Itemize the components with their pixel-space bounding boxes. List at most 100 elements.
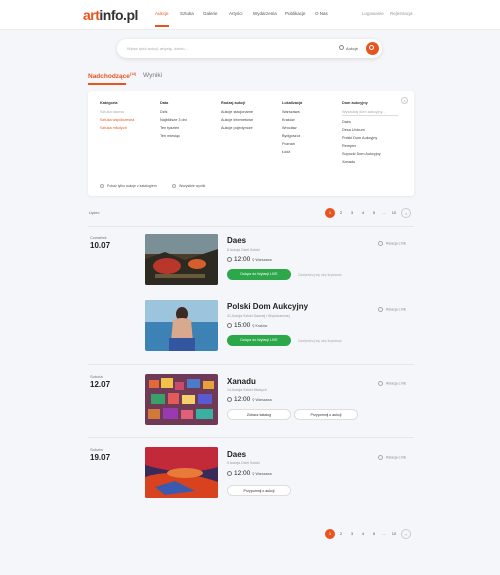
page-10[interactable]: 10 (389, 529, 399, 539)
clock-icon (227, 470, 232, 476)
live-relation-toggle[interactable]: Relacja LIVE (378, 381, 406, 386)
page-2[interactable]: 2 (336, 208, 346, 218)
page-1[interactable]: 1 (325, 208, 335, 218)
filter-option[interactable]: Poznań (282, 142, 302, 150)
live-relation-toggle[interactable]: Relacja LIVE (378, 241, 406, 246)
page-4[interactable]: 4 (358, 529, 368, 539)
clock-icon (227, 322, 232, 328)
close-filters-icon[interactable]: × (401, 97, 408, 104)
page-3[interactable]: 3 (347, 208, 357, 218)
page-10[interactable]: 10 (389, 208, 399, 218)
auction-location: ⚲ Kraków (252, 324, 268, 328)
auction-time: 12:00 (227, 470, 250, 477)
nav-wydarzenia[interactable]: Wydarzenia (253, 11, 277, 16)
all-results-checkbox[interactable]: Wszystkie wyniki (172, 184, 205, 189)
auction-thumbnail[interactable] (145, 447, 218, 498)
next-page-button[interactable]: › (401, 529, 411, 539)
logo[interactable]: artinfo.pl (83, 7, 138, 23)
auction-location: ⚲ Warszawa (252, 472, 272, 476)
nav-aukcje[interactable]: Aukcje (155, 11, 169, 16)
filter-option[interactable]: Ten tydzień (160, 126, 187, 134)
live-relation-toggle[interactable]: Relacja LIVE (378, 307, 406, 312)
nav-o-nas[interactable]: O Nas (315, 11, 328, 16)
filter-option[interactable]: Xanadu (342, 160, 398, 168)
search-category-select[interactable]: Aukcje (346, 46, 358, 51)
filter-option[interactable]: Polski Dom Aukcyjny (342, 136, 398, 144)
filters-panel: × Kategoria Sztuka dawna Sztuka współcze… (88, 91, 414, 196)
auction-title[interactable]: Polski Dom Aukcyjny (227, 302, 308, 311)
page-3[interactable]: 3 (347, 529, 357, 539)
live-icon (378, 241, 383, 246)
join-live-button[interactable]: Dołącz do licytacji LIVE (227, 269, 291, 280)
nav-artysci[interactable]: Artyści (229, 11, 243, 16)
view-catalog-button[interactable]: Zobacz katalog (227, 409, 291, 420)
tab-results[interactable]: Wyniki (143, 72, 162, 79)
filter-option[interactable]: Aukcje stacjonarne (221, 110, 253, 118)
filter-option[interactable]: Warszawa (282, 110, 302, 118)
day-group: Czwartek 10.07 (90, 235, 111, 250)
auction-title[interactable]: Xanadu (227, 377, 256, 386)
register-to-bid-link[interactable]: Zarejestruj się aby licytować (298, 273, 342, 277)
live-icon (378, 307, 383, 312)
search-bar: Wpisz tytuł aukcji, artystę, dzieło... A… (117, 39, 382, 58)
auction-location: ⚲ Warszawa (252, 398, 272, 402)
login-link[interactable]: Logowanie (362, 11, 384, 16)
filter-option[interactable]: Najbliższe 3 dni (160, 118, 187, 126)
remind-button[interactable]: Przypomnij o aukcji (294, 409, 358, 420)
page-ellipsis: ... (382, 210, 386, 215)
filter-option[interactable]: Aukcje pojedyncze (221, 126, 253, 134)
filter-category: Kategoria Sztuka dawna Sztuka współczesn… (100, 101, 134, 134)
auction-thumbnail[interactable] (145, 374, 218, 425)
clock-icon (227, 396, 232, 402)
auction-thumbnail[interactable] (145, 300, 218, 351)
page-4[interactable]: 4 (358, 208, 368, 218)
nav-sztuka[interactable]: Sztuka (180, 11, 194, 16)
catalog-only-checkbox[interactable]: Pokaż tylko aukcje z katalogiem (100, 184, 157, 189)
search-input[interactable]: Wpisz tytuł aukcji, artystę, dzieło... (127, 46, 188, 51)
nav-galerie[interactable]: Galerie (203, 11, 218, 16)
filter-option[interactable]: Bydgoszcz (282, 134, 302, 142)
filter-option[interactable]: Ten miesiąc (160, 134, 187, 142)
auction-time: 15:00 (227, 322, 250, 329)
page-5[interactable]: 5 (369, 208, 379, 218)
page-2[interactable]: 2 (336, 529, 346, 539)
filter-option[interactable]: Sztuka dawna (100, 110, 134, 118)
page-ellipsis: ... (382, 531, 386, 536)
day-group: Sobota 19.07 (90, 447, 111, 462)
auction-title[interactable]: Daes (227, 450, 246, 459)
filter-option[interactable]: Rempex (342, 144, 398, 152)
divider (88, 226, 414, 227)
page-5[interactable]: 5 (369, 529, 379, 539)
next-page-button[interactable]: › (401, 208, 411, 218)
month-label: Lipiec (89, 210, 100, 215)
filter-option[interactable]: Aukcje internetowe (221, 118, 253, 126)
day-group: Sobota 12.07 (90, 374, 111, 389)
search-button[interactable] (366, 42, 379, 55)
filter-option[interactable]: Sopocki Dom Aukcyjny (342, 152, 398, 160)
auction-subtitle: 41 Aukcja Sztuki Dawnej i Współczesnej (227, 314, 290, 318)
auction-title[interactable]: Daes (227, 236, 246, 245)
filter-option[interactable]: Łódź (282, 150, 302, 158)
nav-publikacje[interactable]: Publikacje (285, 11, 306, 16)
nav-active-underline (155, 25, 169, 27)
page-1[interactable]: 1 (325, 529, 335, 539)
magnifier-icon (369, 45, 374, 50)
filter-option[interactable]: Wrocław (282, 126, 302, 134)
live-relation-toggle[interactable]: Relacja LIVE (378, 455, 406, 460)
live-icon (378, 381, 383, 386)
filter-option[interactable]: Desa Unicum (342, 128, 398, 136)
filter-option[interactable]: Dziś (160, 110, 187, 118)
clock-icon (227, 256, 232, 262)
remind-button[interactable]: Przypomnij o aukcji (227, 485, 291, 496)
join-live-button[interactable]: Dołącz do licytacji LIVE (227, 335, 291, 346)
filter-option[interactable]: Sztuka współczesna (100, 118, 134, 126)
filter-option[interactable]: Sztuka młodych (100, 126, 134, 134)
auction-thumbnail[interactable] (145, 234, 218, 285)
filter-option[interactable]: Daes (342, 120, 398, 128)
register-link[interactable]: Rejestracja (390, 11, 413, 16)
filter-option[interactable]: Kraków (282, 118, 302, 126)
divider (88, 364, 414, 365)
register-to-bid-link[interactable]: Zarejestruj się aby licytować (298, 339, 342, 343)
house-search-input[interactable]: Wyszukaj dom aukcyjny... (342, 110, 398, 116)
tab-upcoming[interactable]: Nadchodzące(14) (88, 72, 136, 80)
